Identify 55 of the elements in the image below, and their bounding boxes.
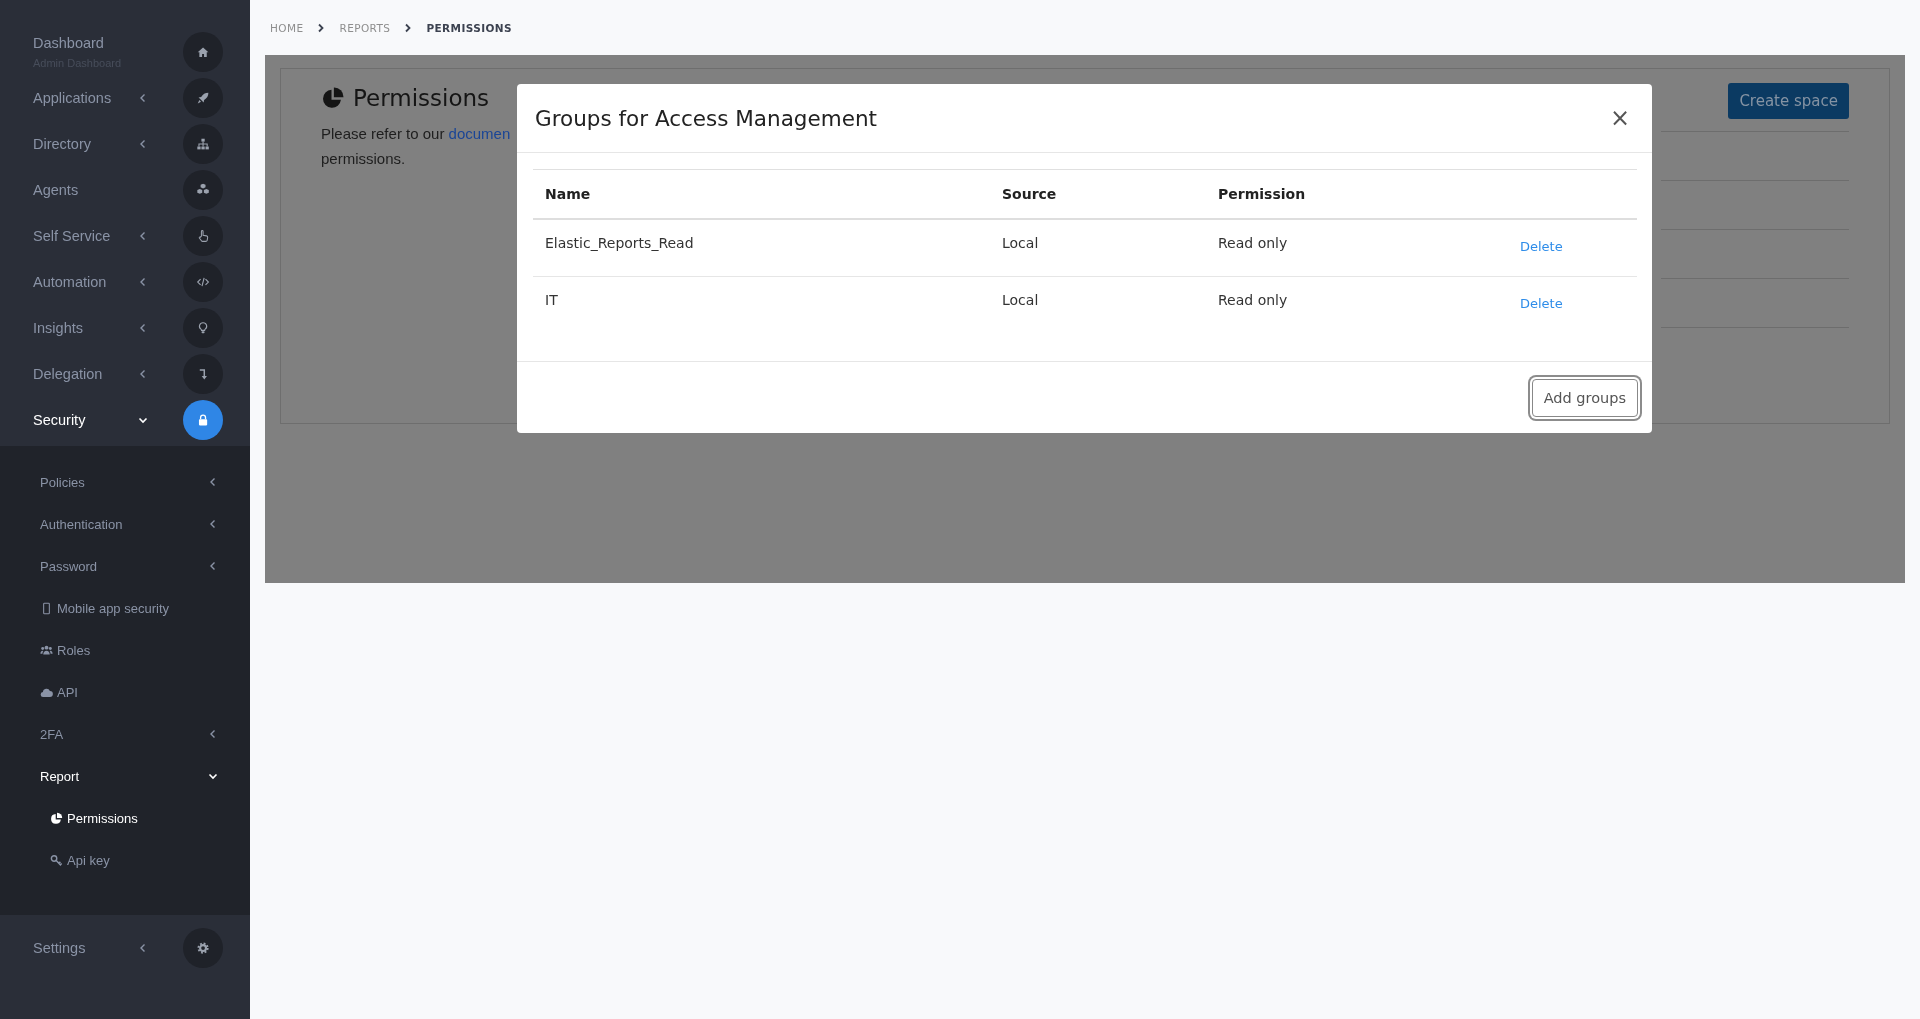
sidebar-subitem[interactable]: Policies [0, 461, 250, 503]
breadcrumb-link[interactable]: HOME [270, 21, 304, 34]
column-header: Name [533, 169, 990, 219]
chevron-right-icon [317, 22, 326, 33]
cubes-icon [183, 170, 223, 210]
mobile-phone-icon [40, 601, 53, 615]
sidebar-item[interactable]: Applications [0, 75, 223, 121]
sidebar-subitem[interactable]: Mobile app security [0, 587, 250, 629]
sidebar-subitem[interactable]: Authentication [0, 503, 250, 545]
sidebar-subitem[interactable]: API [0, 671, 250, 713]
column-header: Source [990, 169, 1206, 219]
table-cell: Local [990, 219, 1206, 277]
sidebar-item[interactable]: Self Service [0, 213, 223, 259]
table-cell: Local [990, 276, 1206, 333]
delete-link[interactable]: Delete [1520, 238, 1563, 254]
sidebar-item[interactable]: Agents [0, 167, 223, 213]
documentation-link[interactable]: documen [448, 125, 511, 142]
breadcrumb-current: PERMISSIONS [426, 21, 512, 34]
page-title: Permissions [353, 85, 490, 111]
column-header: Permission [1206, 169, 1508, 219]
delete-link[interactable]: Delete [1520, 295, 1563, 311]
sidebar-item[interactable]: Automation [0, 259, 223, 305]
hierarchy-icon [183, 124, 223, 164]
table-cell: Read only [1206, 219, 1508, 277]
lightbulb-icon [183, 308, 223, 348]
sidebar-item[interactable]: Directory [0, 121, 223, 167]
home-icon [183, 32, 223, 72]
key-icon [50, 853, 63, 867]
sidebar-item[interactable]: Insights [0, 305, 223, 351]
pie-chart-icon [50, 811, 63, 825]
sidebar-item[interactable]: Settings [0, 925, 223, 971]
table-cell: IT [533, 276, 990, 333]
table-cell: Read only [1206, 276, 1508, 333]
breadcrumb-link[interactable]: REPORTS [339, 21, 391, 34]
sidebar-item[interactable]: Delegation [0, 351, 223, 397]
code-icon [183, 262, 223, 302]
table-cell: Elastic_Reports_Read [533, 219, 990, 277]
chevron-right-icon [404, 22, 413, 33]
rocket-icon [183, 78, 223, 118]
sidebar-item[interactable]: Security [0, 397, 223, 443]
sidebar-subitem[interactable]: Report [0, 755, 250, 797]
sidebar-subitem[interactable]: Permissions [0, 797, 250, 839]
create-space-button[interactable]: Create space [1728, 83, 1849, 119]
sidebar-subitem[interactable]: Password [0, 545, 250, 587]
pointing-hand-icon [183, 216, 223, 256]
gear-icon [183, 928, 223, 968]
sidebar-subitem[interactable]: 2FA [0, 713, 250, 755]
sidebar-subitem[interactable]: Api key [0, 839, 250, 881]
arrow-down-icon [183, 354, 223, 394]
modal-title: Groups for Access Management [535, 105, 877, 131]
close-button[interactable]: × [1603, 104, 1636, 132]
pie-chart-icon [321, 86, 345, 110]
sidebar-subitem[interactable]: Roles [0, 629, 250, 671]
users-icon [40, 643, 53, 657]
lock-icon [183, 400, 223, 440]
